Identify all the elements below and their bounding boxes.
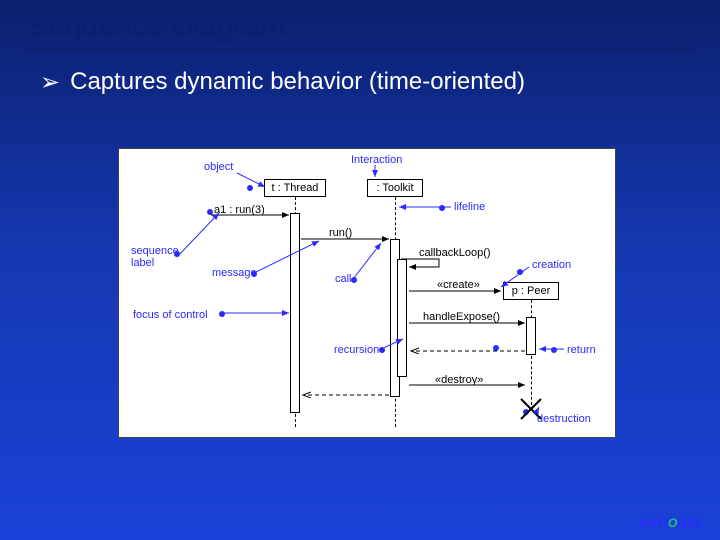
bullet-arrow-icon: ➢ bbox=[40, 68, 60, 97]
bullet-item: ➢ Captures dynamic behavior (time-orient… bbox=[0, 50, 720, 97]
bullet-text: Captures dynamic behavior (time-oriented… bbox=[70, 68, 525, 96]
sequence-diagram: t : Thread : Toolkit p : Peer a1 : run(3… bbox=[118, 148, 616, 438]
page-title: Sequence Diagram bbox=[28, 10, 692, 44]
title-underline bbox=[28, 48, 692, 50]
diagram-arrows bbox=[119, 149, 617, 439]
rational-logo: RATIONAL bbox=[639, 516, 704, 530]
